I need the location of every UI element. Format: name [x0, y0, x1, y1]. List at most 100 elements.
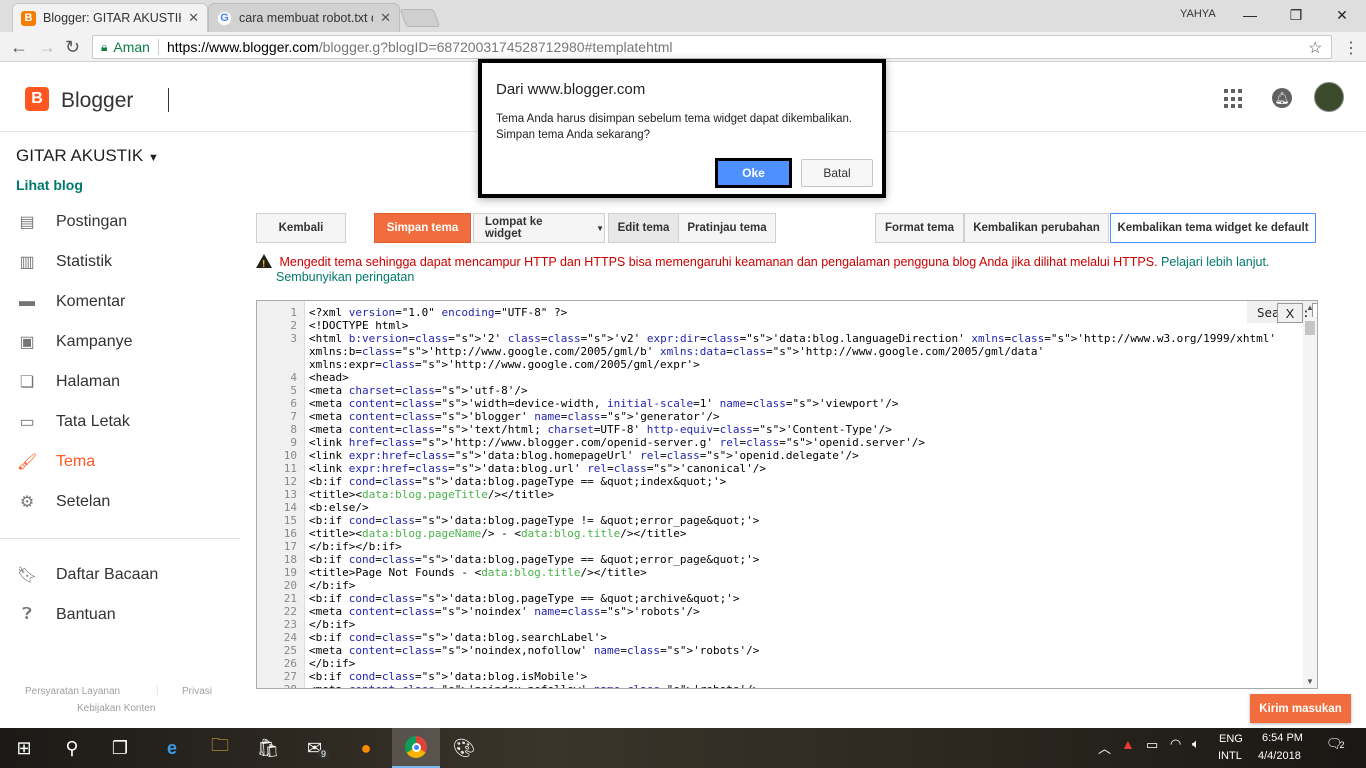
cancel-button[interactable]: Batal	[801, 159, 873, 187]
forward-icon[interactable]: →	[38, 37, 56, 58]
close-window-icon[interactable]: ✕	[1319, 0, 1365, 30]
line-number: 17	[283, 540, 297, 553]
new-tab-button[interactable]	[399, 9, 441, 27]
antivirus-icon[interactable]: ▲	[1121, 736, 1135, 752]
line-number: 26	[283, 657, 297, 670]
back-icon[interactable]: ←	[10, 37, 28, 58]
line-number: 5	[290, 384, 297, 397]
bookmark-star-icon[interactable]: ☆	[1308, 38, 1322, 58]
code-line: <title><data:blog.pageTitle/></title>	[309, 488, 555, 501]
avatar[interactable]	[1314, 82, 1344, 112]
task-view-icon[interactable]: ❐	[96, 728, 144, 768]
close-search-button[interactable]: X	[1277, 303, 1303, 323]
wifi-icon[interactable]: ◠	[1170, 736, 1181, 752]
dialog-message: Tema Anda harus disimpan sebelum tema wi…	[496, 113, 853, 141]
vertical-scrollbar[interactable]	[1303, 317, 1317, 688]
line-number: 23	[283, 618, 297, 631]
google-favicon-icon: G	[217, 10, 232, 26]
tab-blogger[interactable]: B Blogger: GITAR AKUSTIK ✕	[12, 3, 208, 32]
notification-center-icon[interactable]: 🗨︎2	[1326, 736, 1345, 752]
send-feedback-button[interactable]: Kirim masukan	[1250, 694, 1351, 723]
volume-icon[interactable]: 🔈︎	[1192, 736, 1200, 752]
hide-warning-link[interactable]: Sembunyikan peringatan	[276, 270, 1316, 285]
sidebar-item-posts[interactable]: ▤ Postingan	[17, 211, 127, 233]
preview-theme-button[interactable]: Pratinjau tema	[678, 213, 776, 243]
reload-icon[interactable]: ↻	[65, 37, 80, 58]
mail-icon[interactable]: ✉ 9	[294, 728, 342, 768]
save-theme-button[interactable]: Simpan tema	[374, 213, 471, 243]
jump-to-widget-dropdown[interactable]: Lompat ke widget ▼	[473, 213, 605, 243]
line-number: 16	[283, 527, 297, 540]
line-number: 22	[283, 605, 297, 618]
dropdown-icon: ▼	[147, 152, 159, 164]
line-number: 24	[283, 631, 297, 644]
keyboard-layout[interactable]: INTL	[1218, 750, 1242, 762]
search-icon[interactable]: ⚲	[48, 728, 96, 768]
store-icon[interactable]: 🛍︎	[244, 728, 292, 768]
view-blog-link[interactable]: Lihat blog	[16, 177, 83, 193]
notifications-icon[interactable]: 🔔︎	[1272, 88, 1292, 108]
notification-count: 2	[1339, 740, 1345, 750]
sidebar-item-label: Setelan	[56, 493, 111, 510]
code-line: <title><data:blog.pageName/> - <data:blo…	[309, 527, 687, 540]
scrollbar-thumb[interactable]	[1305, 321, 1315, 335]
restore-window-icon[interactable]: ❐	[1273, 0, 1319, 30]
close-tab-icon[interactable]: ✕	[188, 10, 199, 26]
close-tab-icon[interactable]: ✕	[380, 10, 391, 26]
sidebar-item-stats[interactable]: ▥ Statistik	[17, 251, 112, 273]
sidebar-item-pages[interactable]: ❏ Halaman	[17, 371, 120, 393]
chevron-down-icon: ▼	[596, 223, 604, 233]
code-line: <b:if cond=class="s">'data:blog.pageType…	[309, 553, 760, 566]
battery-icon[interactable]: ▭	[1146, 737, 1158, 753]
terms-link[interactable]: Persyaratan Layanan	[25, 686, 120, 697]
code-line: </b:if></b:if>	[309, 540, 402, 553]
tab-google-search[interactable]: G cara membuat robot.txt d ✕	[208, 3, 400, 32]
apps-grid-icon[interactable]	[1224, 89, 1244, 109]
sidebar-item-label: Daftar Bacaan	[56, 566, 159, 583]
chrome-taskbar-icon[interactable]	[392, 728, 440, 768]
format-theme-button[interactable]: Format tema	[875, 213, 964, 243]
blogger-logo-icon[interactable]: B	[25, 87, 49, 111]
windows-start-icon[interactable]: ⊞	[0, 728, 48, 768]
theme-code-editor[interactable]: 1 <?xml version="1.0" encoding="UTF-8" ?>…	[256, 300, 1318, 689]
blog-switcher[interactable]: GITAR AKUSTIK ▼	[16, 146, 159, 166]
sidebar-item-settings[interactable]: ⚙ Setelan	[17, 491, 110, 513]
sidebar-item-label: Halaman	[56, 373, 121, 390]
edge-icon[interactable]: e	[148, 728, 196, 768]
content-policy-link[interactable]: Kebijakan Konten	[77, 703, 155, 714]
clock-time[interactable]: 6:54 PM	[1262, 732, 1303, 744]
tray-chevron-icon[interactable]: ︿	[1098, 738, 1111, 757]
revert-changes-button[interactable]: Kembalikan perubahan	[964, 213, 1109, 243]
app-brand[interactable]: Blogger	[61, 89, 133, 113]
sidebar-item-reading-list[interactable]: 🔖︎ Daftar Bacaan	[17, 564, 158, 586]
scroll-up-icon[interactable]: ▲	[1306, 303, 1314, 312]
file-explorer-icon[interactable]: 🗀	[196, 728, 244, 768]
address-bar[interactable]: 🔒︎ Aman https://www.blogger.com/blogger.…	[92, 35, 1332, 59]
code-line: <link expr:href=class="s">'data:blog.hom…	[309, 449, 859, 462]
sidebar-item-campaigns[interactable]: ▣ Kampanye	[17, 331, 132, 353]
scroll-down-icon[interactable]: ▼	[1306, 677, 1314, 686]
back-button[interactable]: Kembali	[256, 213, 346, 243]
campaign-icon: ▣	[19, 334, 35, 351]
privacy-link[interactable]: Privasi	[182, 686, 212, 697]
code-line: <b:if cond=class="s">'data:blog.pageType…	[309, 475, 727, 488]
code-line: <meta content=class="s">'noindex' name=c…	[309, 605, 700, 618]
restore-widget-theme-button[interactable]: Kembalikan tema widget ke default	[1110, 213, 1316, 243]
language-code[interactable]: ENG	[1219, 733, 1243, 745]
sidebar-item-help[interactable]: ❓︎ Bantuan	[17, 604, 115, 626]
clock-date[interactable]: 4/4/2018	[1258, 750, 1301, 762]
minimize-icon[interactable]: —	[1227, 0, 1273, 30]
profile-name[interactable]: YAHYA	[1180, 8, 1216, 20]
learn-more-link[interactable]: Pelajari lebih lanjut.	[1161, 255, 1269, 269]
ok-button[interactable]: Oke	[715, 158, 792, 188]
edit-theme-button[interactable]: Edit tema	[608, 213, 679, 243]
paint-icon[interactable]: 🎨︎	[440, 728, 488, 768]
firefox-icon[interactable]: ●	[342, 728, 390, 768]
sidebar-item-layout[interactable]: ▭ Tata Letak	[17, 411, 129, 433]
sidebar-item-theme[interactable]: 🖌︎ Tema	[17, 451, 95, 473]
line-number: 15	[283, 514, 297, 527]
sidebar-item-comments[interactable]: ▬ Komentar	[17, 291, 125, 313]
bookmark-icon: 🔖︎	[16, 567, 38, 584]
line-number: 11	[283, 462, 297, 475]
chrome-menu-icon[interactable]: ⋮	[1343, 38, 1359, 58]
